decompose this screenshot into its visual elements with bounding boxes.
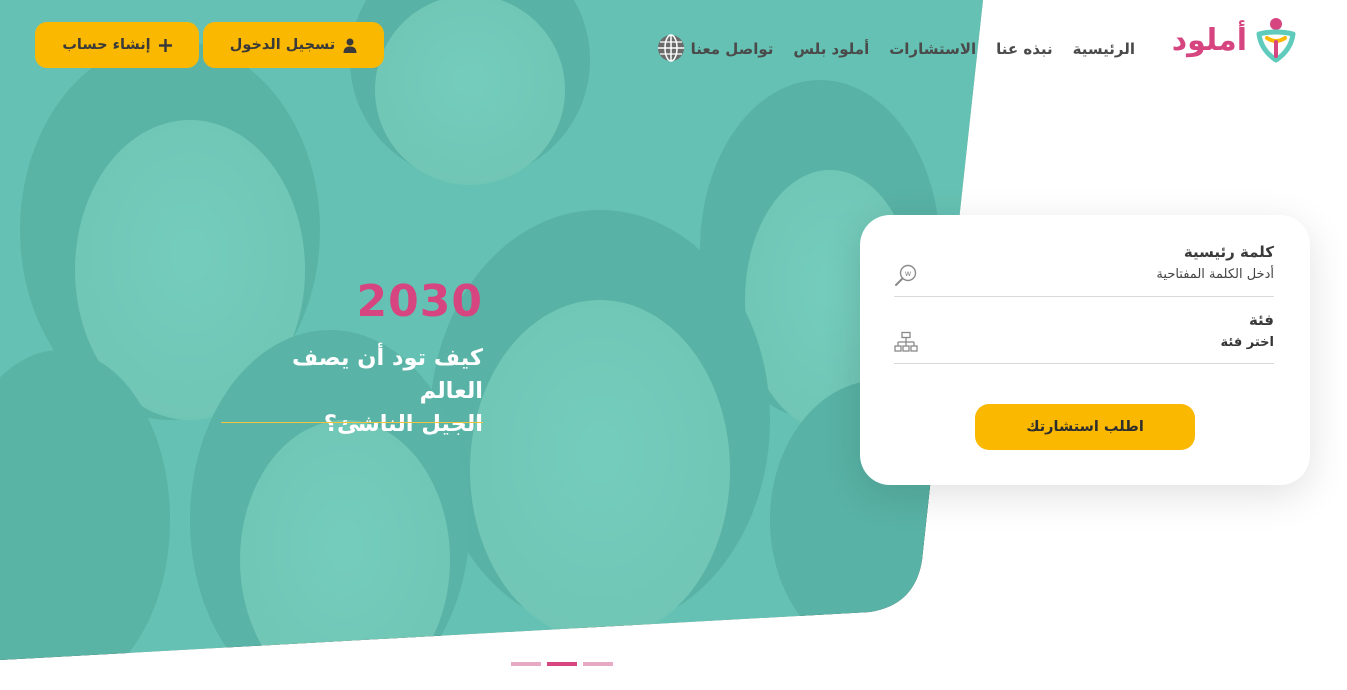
brand-logo[interactable]: أملود <box>1172 16 1299 64</box>
keyword-input[interactable]: أدخل الكلمة المفتاحية <box>894 267 1274 282</box>
category-field[interactable]: فئة اختر فئة <box>894 311 1274 364</box>
slider-pagination <box>511 662 613 666</box>
slider-dot-active[interactable] <box>547 662 577 666</box>
keyword-search-icon: w <box>895 264 917 286</box>
keyword-label: كلمة رئيسية <box>1183 243 1274 261</box>
signup-button[interactable]: إنشاء حساب <box>35 22 199 68</box>
slider-dot[interactable] <box>583 662 613 666</box>
login-label: تسجيل الدخول <box>229 37 336 53</box>
nav-item-home[interactable]: الرئيسية <box>1073 40 1135 58</box>
main-menu: الرئيسية نبذه عنا الاستشارات أملود بلس ت… <box>691 40 1135 58</box>
nav-item-about[interactable]: نبذه عنا <box>996 40 1053 58</box>
request-consultation-button[interactable]: اطلب استشارتك <box>975 404 1195 450</box>
nav-item-amlood-plus[interactable]: أملود بلس <box>793 40 869 58</box>
svg-text:w: w <box>905 269 912 278</box>
category-label: فئة <box>1248 311 1274 329</box>
user-icon <box>343 38 357 53</box>
amlood-logo-icon <box>1256 18 1296 63</box>
plus-icon <box>158 38 172 52</box>
hero-tagline: كيف تود أن يصف العالم الجيل الناشئ؟ <box>221 342 483 441</box>
slider-dot[interactable] <box>511 662 541 666</box>
consultation-search-card: كلمة رئيسية أدخل الكلمة المفتاحية w فئة … <box>860 215 1310 485</box>
keyword-field[interactable]: كلمة رئيسية أدخل الكلمة المفتاحية w <box>894 243 1274 297</box>
hero-underline <box>221 422 483 423</box>
globe-icon[interactable] <box>656 33 686 63</box>
category-select[interactable]: اختر فئة <box>894 335 1274 350</box>
hierarchy-icon <box>894 331 918 352</box>
hero-tagline-line-1: كيف تود أن يصف العالم <box>292 345 483 404</box>
login-button[interactable]: تسجيل الدخول <box>203 22 384 68</box>
brand-name: أملود <box>1171 22 1248 58</box>
hero-tagline-line-2: الجيل الناشئ؟ <box>323 411 483 437</box>
nav-item-contact[interactable]: تواصل معنا <box>691 40 774 58</box>
nav-item-consultations[interactable]: الاستشارات <box>889 40 976 58</box>
site-header: أملود الرئيسية نبذه عنا الاستشارات أملود… <box>0 0 1347 100</box>
hero-heading: 2030 كيف تود أن يصف العالم الجيل الناشئ؟ <box>221 278 483 441</box>
hero-year: 2030 <box>356 276 483 327</box>
signup-label: إنشاء حساب <box>62 37 151 53</box>
